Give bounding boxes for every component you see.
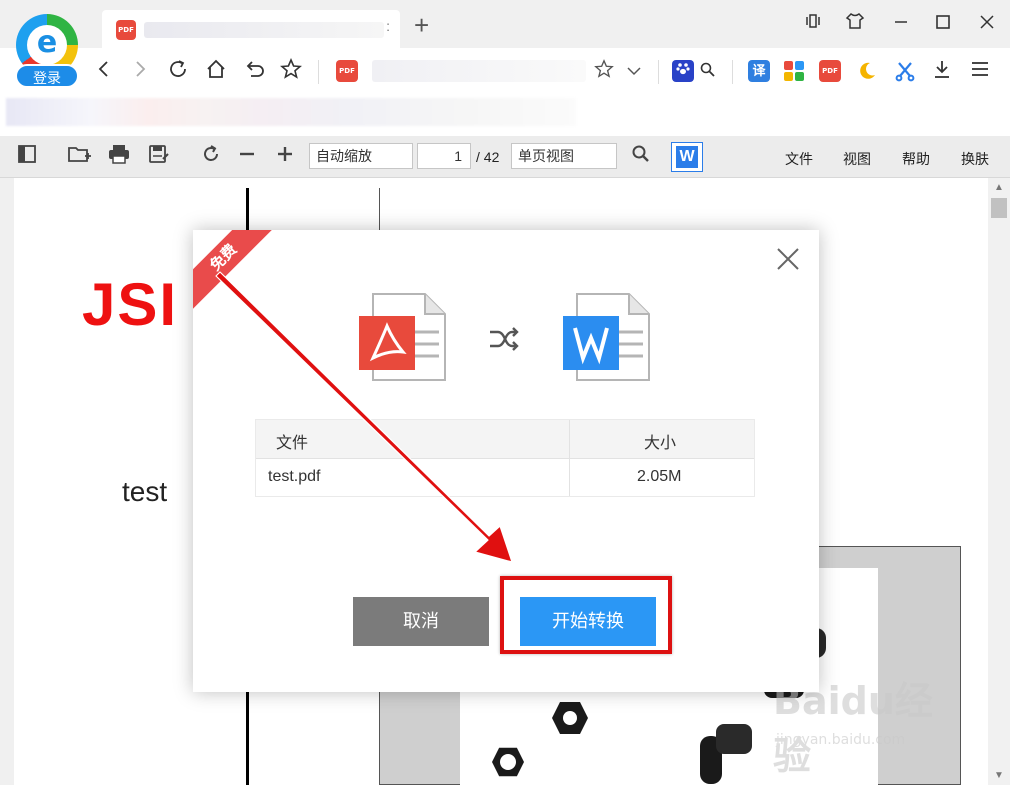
bookmarks-bar: [0, 96, 1010, 136]
document-logo-text: JSI: [82, 271, 179, 338]
minimize-icon[interactable]: [886, 10, 916, 38]
sidebar-toggle-icon[interactable]: [14, 144, 40, 170]
back-icon[interactable]: [90, 58, 118, 86]
translate-icon[interactable]: 译: [748, 60, 770, 82]
table-divider: [569, 420, 570, 496]
address-input[interactable]: [372, 60, 586, 82]
wps-convert-button[interactable]: W: [671, 142, 703, 172]
menu-view[interactable]: 视图: [843, 149, 871, 169]
undo-icon[interactable]: [240, 58, 268, 86]
apps-grid-icon[interactable]: [783, 60, 805, 82]
zoom-out-icon[interactable]: [234, 144, 260, 170]
menu-file[interactable]: 文件: [785, 149, 813, 169]
hex-nut-icon: [492, 747, 524, 777]
pdf-icon: PDF: [116, 20, 136, 40]
rotate-icon[interactable]: [198, 144, 224, 170]
save-icon[interactable]: [146, 144, 172, 170]
divider: [318, 60, 319, 84]
cell-filename: test.pdf: [268, 468, 321, 485]
connector-part-icon: [700, 724, 752, 784]
page-number-input[interactable]: 1: [417, 143, 471, 169]
address-bar-row: PDF 译 PDF: [0, 48, 1010, 96]
chevron-down-icon[interactable]: [620, 58, 648, 86]
refresh-icon[interactable]: [164, 58, 192, 86]
bookmarks-blurred: [6, 98, 576, 126]
download-icon[interactable]: [928, 58, 956, 86]
close-icon[interactable]: [972, 10, 1002, 38]
menu-skin[interactable]: 换肤: [961, 149, 989, 169]
divider: [658, 60, 659, 84]
open-file-icon[interactable]: [66, 144, 92, 170]
highlight-box: [500, 576, 672, 654]
bookmark-star-icon[interactable]: [590, 58, 618, 86]
menu-help[interactable]: 帮助: [902, 149, 930, 169]
search-icon[interactable]: [694, 58, 722, 86]
print-icon[interactable]: [106, 144, 132, 170]
dialog-close-icon[interactable]: [775, 246, 801, 272]
browser-tab[interactable]: PDF :: [102, 10, 400, 48]
table-header: [256, 420, 754, 458]
menu-icon[interactable]: [966, 58, 994, 86]
home-icon[interactable]: [202, 58, 230, 86]
scroll-up-icon[interactable]: ▲: [994, 182, 1004, 193]
vertical-tabs-icon[interactable]: [798, 10, 828, 38]
search-icon[interactable]: [628, 144, 654, 170]
baidu-paw-icon[interactable]: [672, 60, 694, 82]
page-total: / 42: [476, 149, 500, 165]
watermark-url: jingyan.baidu.com: [776, 732, 906, 748]
pdf-icon: PDF: [336, 60, 358, 82]
cell-filesize: 2.05M: [637, 468, 682, 485]
pdf-tool-icon[interactable]: PDF: [819, 60, 841, 82]
favorite-star-icon[interactable]: [277, 57, 305, 86]
viewer-margin: [0, 178, 14, 785]
view-mode-select[interactable]: 单页视图: [511, 143, 617, 169]
forward-icon[interactable]: [126, 58, 154, 86]
browser-logo[interactable]: e 登录: [12, 14, 82, 90]
file-table: 文件 大小 test.pdf 2.05M: [255, 419, 755, 497]
wps-icon: W: [676, 146, 698, 168]
logo-letter: e: [27, 25, 67, 65]
title-bar: PDF : +: [0, 0, 1010, 48]
document-body-text: test: [122, 476, 168, 507]
new-tab-button[interactable]: +: [414, 12, 429, 38]
vertical-scrollbar[interactable]: ▲ ▼: [988, 178, 1010, 785]
cancel-button[interactable]: 取消: [353, 597, 489, 646]
zoom-in-icon[interactable]: [272, 144, 298, 170]
word-file-icon: [563, 293, 650, 381]
header-size: 大小: [644, 435, 677, 452]
free-ribbon: 免费: [193, 230, 280, 314]
scissors-icon[interactable]: [894, 60, 916, 82]
shuffle-icon: [490, 327, 519, 351]
tab-close-button[interactable]: :: [386, 18, 390, 34]
table-divider: [256, 458, 754, 459]
pdf-toolbar: 自动缩放 1 / 42 单页视图 W 文件 视图 帮助 换肤: [0, 136, 1010, 178]
header-file: 文件: [276, 435, 309, 452]
skin-icon[interactable]: [840, 10, 870, 38]
scroll-thumb[interactable]: [991, 198, 1007, 218]
pdf-file-icon: [359, 293, 446, 381]
tab-title-blurred: [144, 22, 384, 38]
maximize-icon[interactable]: [928, 10, 958, 38]
scroll-down-icon[interactable]: ▼: [994, 770, 1004, 781]
night-mode-icon[interactable]: [856, 60, 878, 82]
divider: [732, 60, 733, 84]
login-button[interactable]: 登录: [15, 64, 79, 88]
hex-nut-icon: [552, 702, 588, 734]
zoom-select[interactable]: 自动缩放: [309, 143, 413, 169]
